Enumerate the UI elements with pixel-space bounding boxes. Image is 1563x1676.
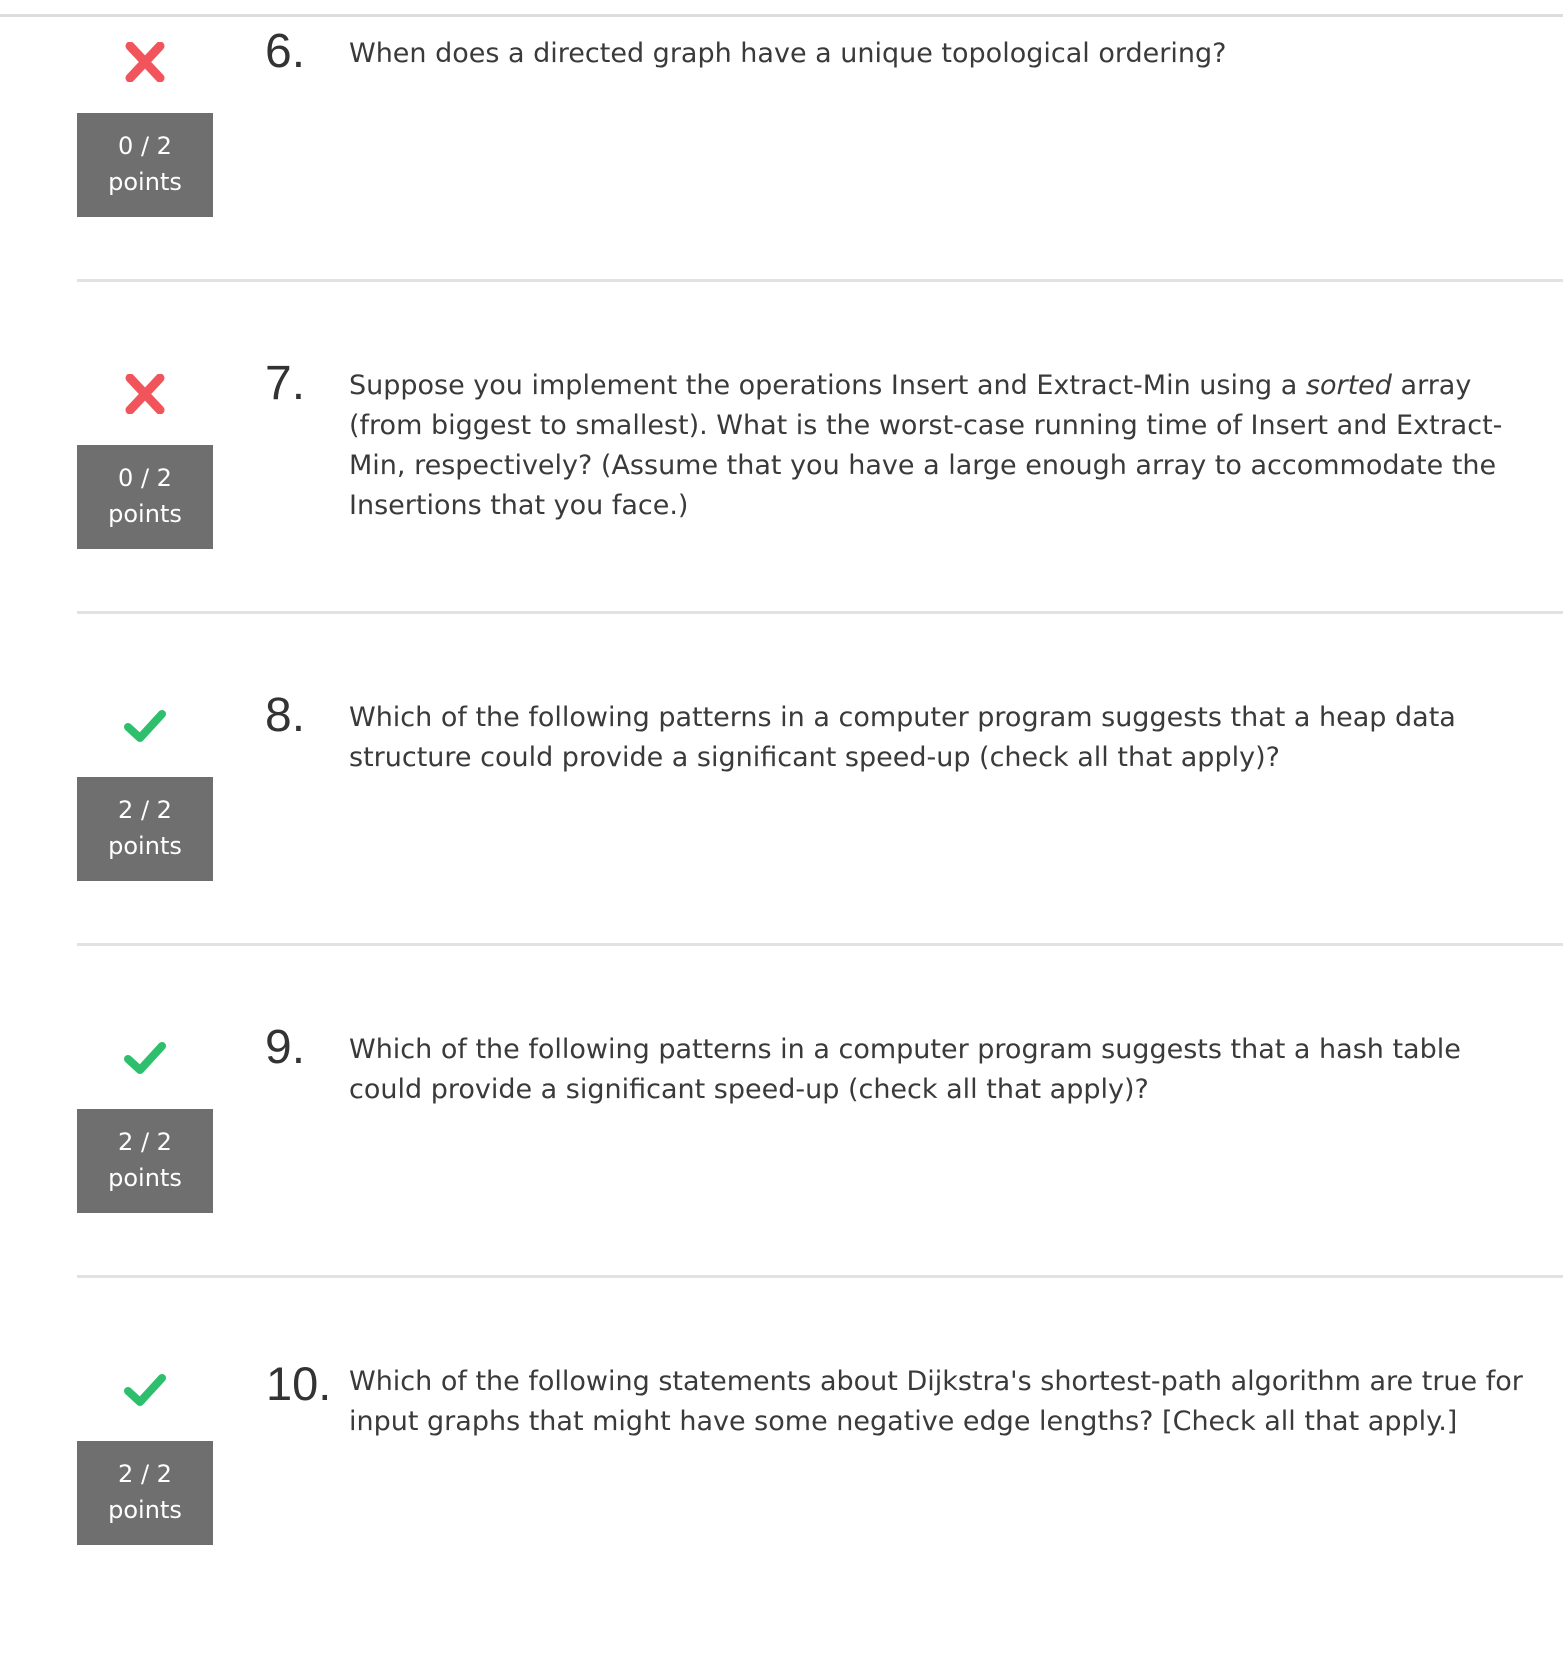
question-6: 0 / 2 points 6. When does a directed gra…: [0, 16, 1563, 348]
question-10: 2 / 2 points 10. Which of the following …: [0, 1344, 1563, 1676]
question-number: 9.: [265, 1021, 306, 1074]
score-value: 2 / 2: [118, 1460, 172, 1488]
question-number: 8.: [265, 689, 306, 742]
score-badge: 0 / 2 points: [77, 113, 213, 217]
score-badge: 2 / 2 points: [77, 1109, 213, 1213]
question-text: Which of the following patterns in a com…: [349, 1034, 1461, 1105]
score-unit: points: [108, 1496, 182, 1524]
score-unit: points: [108, 168, 182, 196]
x-mark-icon: [122, 42, 168, 82]
score-badge: 2 / 2 points: [77, 777, 213, 881]
question-divider: [77, 943, 1563, 946]
question-7: 0 / 2 points 7. Suppose you implement th…: [0, 348, 1563, 680]
question-number: 10.: [266, 1357, 332, 1410]
question-text-part: Suppose you implement the operations Ins…: [349, 370, 1306, 401]
score-badge: 2 / 2 points: [77, 1441, 213, 1545]
score-unit: points: [108, 1164, 182, 1192]
question-divider: [77, 611, 1563, 614]
x-mark-icon: [122, 374, 168, 414]
score-value: 0 / 2: [118, 132, 172, 160]
score-value: 2 / 2: [118, 1128, 172, 1156]
score-badge: 0 / 2 points: [77, 445, 213, 549]
question-text: When does a directed graph have a unique…: [349, 38, 1227, 69]
question-8: 2 / 2 points 8. Which of the following p…: [0, 680, 1563, 1012]
question-divider: [77, 279, 1563, 282]
score-unit: points: [108, 832, 182, 860]
checkmark-icon: [122, 706, 168, 746]
question-text-emphasis: sorted: [1305, 370, 1392, 401]
question-text: Which of the following patterns in a com…: [349, 702, 1456, 773]
question-9: 2 / 2 points 9. Which of the following p…: [0, 1012, 1563, 1344]
question-text: Which of the following statements about …: [349, 1366, 1523, 1437]
question-divider: [77, 1275, 1563, 1278]
question-text: Suppose you implement the operations Ins…: [349, 366, 1534, 526]
checkmark-icon: [122, 1370, 168, 1410]
score-value: 2 / 2: [118, 796, 172, 824]
score-value: 0 / 2: [118, 464, 172, 492]
question-number: 7.: [265, 357, 306, 410]
checkmark-icon: [122, 1038, 168, 1078]
question-number: 6.: [265, 25, 306, 78]
score-unit: points: [108, 500, 182, 528]
